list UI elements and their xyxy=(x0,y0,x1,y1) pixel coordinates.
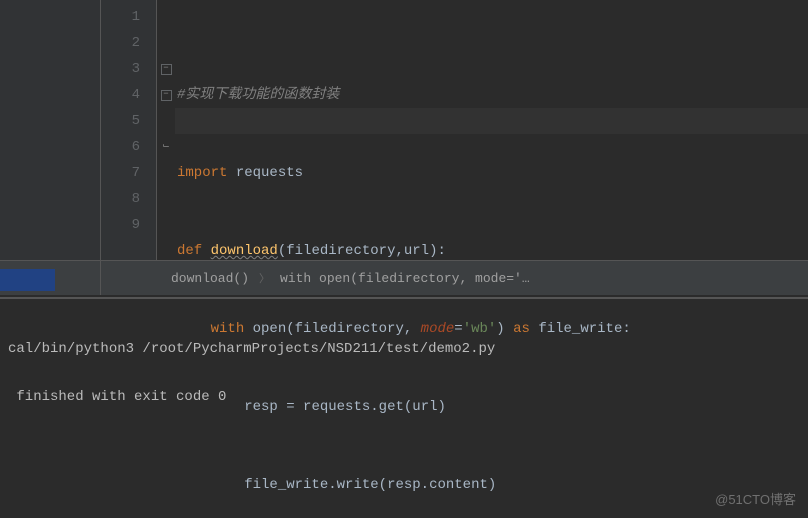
arg: filedirectory xyxy=(295,321,404,337)
line-number[interactable]: 4 xyxy=(101,82,156,108)
keyword-def: def xyxy=(177,243,202,259)
editor-area: 1 2 3 4 5 6 7 8 9 − − ⌙ #实现下载功能的函数封装 imp… xyxy=(0,0,808,260)
line-number[interactable]: 9 xyxy=(101,212,156,238)
fold-mark xyxy=(157,212,175,238)
string: 'wb' xyxy=(463,321,497,337)
breadcrumb-left-panel xyxy=(0,260,101,295)
var: resp xyxy=(244,399,278,415)
selection-indicator xyxy=(0,269,55,291)
line-number[interactable]: 7 xyxy=(101,160,156,186)
fold-collapse-icon[interactable]: − xyxy=(157,82,175,108)
builtin-open: open xyxy=(253,321,287,337)
method: get xyxy=(379,399,404,415)
arg: url xyxy=(412,399,437,415)
line-number[interactable]: 5 xyxy=(101,108,156,134)
line-number-gutter[interactable]: 1 2 3 4 5 6 7 8 9 xyxy=(101,0,157,260)
line-number[interactable]: 1 xyxy=(101,4,156,30)
attr: content xyxy=(429,477,488,493)
fold-mark xyxy=(157,30,175,56)
console-line: finished with exit code 0 xyxy=(8,389,226,405)
comment: #实现下载功能的函数封装 xyxy=(177,87,339,103)
fold-mark xyxy=(157,186,175,212)
param: url xyxy=(404,243,429,259)
fold-mark xyxy=(157,108,175,134)
keyword-import: import xyxy=(177,165,227,181)
fold-gutter[interactable]: − − ⌙ xyxy=(157,0,175,260)
var: file_write xyxy=(244,477,328,493)
chevron-right-icon: 〉 xyxy=(259,270,270,286)
left-panel xyxy=(0,0,101,260)
caret-highlight xyxy=(175,108,808,134)
line-number[interactable]: 8 xyxy=(101,186,156,212)
breadcrumb-item[interactable]: download() xyxy=(171,271,249,286)
line-number[interactable]: 3 xyxy=(101,56,156,82)
breadcrumb[interactable]: download() 〉 with open(filedirectory, mo… xyxy=(101,260,808,295)
fold-mark xyxy=(157,160,175,186)
fold-end-icon[interactable]: ⌙ xyxy=(157,134,175,160)
var: resp xyxy=(387,477,421,493)
fold-collapse-icon[interactable]: − xyxy=(157,56,175,82)
breadcrumb-bar: download() 〉 with open(filedirectory, mo… xyxy=(0,260,808,295)
code-editor[interactable]: #实现下载功能的函数封装 import requests def downloa… xyxy=(175,0,808,260)
line-number[interactable]: 6 xyxy=(101,134,156,160)
breadcrumb-item[interactable]: with open(filedirectory, mode='… xyxy=(280,271,530,286)
var: file_write xyxy=(538,321,622,337)
param: filedirectory xyxy=(286,243,395,259)
keyword-with: with xyxy=(211,321,245,337)
kwarg-name: mode xyxy=(421,321,455,337)
watermark: @51CTO博客 xyxy=(715,489,796,508)
line-number[interactable]: 2 xyxy=(101,30,156,56)
module-name: requests xyxy=(303,399,370,415)
console-line: cal/bin/python3 /root/PycharmProjects/NS… xyxy=(8,341,495,357)
method: write xyxy=(337,477,379,493)
fold-mark xyxy=(157,4,175,30)
function-name: download xyxy=(211,243,278,259)
module-name: requests xyxy=(236,165,303,181)
keyword-as: as xyxy=(513,321,530,337)
